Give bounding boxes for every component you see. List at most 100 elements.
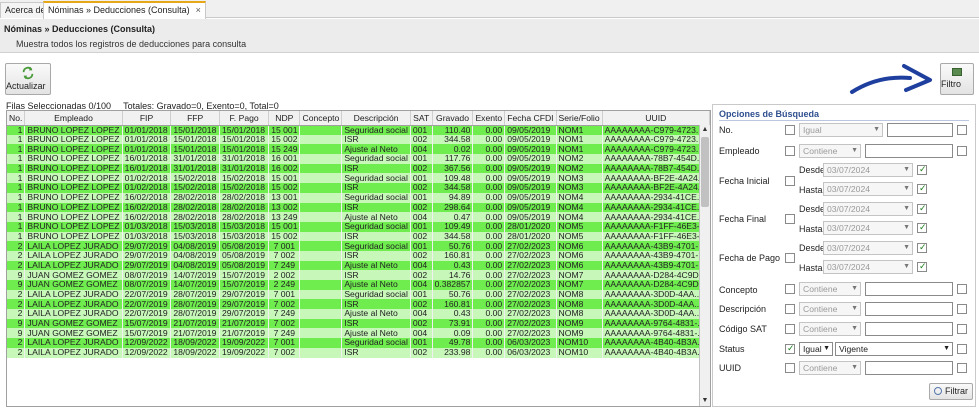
table-cell: 001 (410, 192, 433, 203)
fecha-inicial-desde-checkbox[interactable] (917, 164, 927, 175)
table-cell (299, 299, 343, 310)
column-header[interactable]: Gravado (432, 111, 474, 126)
concepto-operator-select[interactable]: Contiene ▼ (799, 282, 861, 296)
table-row[interactable]: 9 JUAN GOMEZ GOMEZ 08/07/2019 14/07/2019 15/… (7, 280, 710, 290)
table-row[interactable]: 1 BRUNO LOPEZ LOPEZ 01/03/2018 15/03/2018 15… (7, 231, 710, 242)
fecha-inicial-hasta-picker[interactable]: 03/07/2024 ▼ (823, 182, 913, 196)
table-row[interactable]: 2 LAILA LOPEZ JURADO 12/09/2022 18/09/2022 1… (7, 347, 710, 358)
fecha-final-hasta-checkbox[interactable] (917, 222, 927, 233)
descripcion-checkbox[interactable] (785, 304, 795, 314)
column-header[interactable]: Exento (472, 111, 506, 126)
filtrar-button[interactable]: Filtrar (929, 383, 973, 400)
uuid-operator-select[interactable]: Contiene ▼ (799, 361, 861, 375)
fecha-final-checkbox[interactable] (785, 214, 795, 224)
concepto-input[interactable] (865, 282, 953, 296)
descripcion-label: Descripción (719, 304, 767, 314)
column-header[interactable]: Concepto (299, 111, 343, 126)
table-cell: 001 (410, 241, 433, 251)
uuid-negate-checkbox[interactable] (957, 363, 967, 373)
empleado-negate-checkbox[interactable] (957, 146, 967, 156)
tab-deducciones-consulta[interactable]: Nóminas » Deducciones (Consulta) × (43, 1, 206, 19)
table-cell: 14/07/2019 (170, 270, 221, 280)
column-header[interactable]: Empleado (24, 111, 123, 126)
fecha-pago-checkbox[interactable] (785, 253, 795, 263)
column-header[interactable]: Serie/Folio (556, 111, 603, 126)
table-row[interactable]: 2 LAILA LOPEZ JURADO 12/09/2022 18/09/2022 1… (7, 338, 710, 348)
table-row[interactable]: 2 LAILA LOPEZ JURADO 22/07/2019 28/07/2019 2… (7, 309, 710, 319)
table-cell: 29/07/2019 (219, 299, 270, 310)
empleado-operator-select[interactable]: Contiene ▼ (799, 144, 861, 158)
table-row[interactable]: 2 LAILA LOPEZ JURADO 29/07/2019 04/08/2019 0… (7, 260, 710, 271)
fecha-final-desde-picker[interactable]: 03/07/2024 ▼ (823, 202, 913, 216)
no-input[interactable] (887, 123, 953, 137)
fecha-inicial-hasta-checkbox[interactable] (917, 183, 927, 194)
panel-splitter[interactable] (705, 110, 711, 407)
descripcion-negate-checkbox[interactable] (957, 304, 967, 314)
filter-toggle-button[interactable]: Filtro (940, 63, 974, 95)
uuid-checkbox[interactable] (785, 363, 795, 373)
fecha-inicial-desde-picker[interactable]: 03/07/2024 ▼ (823, 163, 913, 177)
table-row[interactable]: 1 BRUNO LOPEZ LOPEZ 01/02/2018 15/02/2018 15… (7, 173, 710, 184)
table-row[interactable]: 2 LAILA LOPEZ JURADO 29/07/2019 04/08/2019 0… (7, 241, 710, 251)
fecha-pago-hasta-picker[interactable]: 03/07/2024 ▼ (823, 260, 913, 274)
codigo-sat-operator-select[interactable]: Contiene ▼ (799, 322, 861, 336)
column-header[interactable]: Descripción (341, 111, 411, 126)
status-operator-select[interactable]: Igual ▼ (799, 342, 833, 356)
fecha-pago-desde-picker[interactable]: 03/07/2024 ▼ (823, 241, 913, 255)
fecha-pago-desde-checkbox[interactable] (917, 242, 927, 253)
fecha-final-hasta-picker[interactable]: 03/07/2024 ▼ (823, 221, 913, 235)
column-header[interactable]: F. Pago (219, 111, 270, 126)
fecha-final-desde-checkbox[interactable] (917, 203, 927, 214)
descripcion-operator-select[interactable]: Contiene ▼ (799, 302, 861, 316)
codigo-sat-checkbox[interactable] (785, 324, 795, 334)
table-cell: 15/07/2019 (122, 328, 172, 339)
fecha-inicial-checkbox[interactable] (785, 176, 795, 186)
column-header[interactable]: FIP (122, 111, 172, 126)
table-row[interactable]: 9 JUAN GOMEZ GOMEZ 15/07/2019 21/07/2019 21/… (7, 318, 710, 329)
concepto-checkbox[interactable] (785, 284, 795, 294)
column-header[interactable]: No. (7, 111, 26, 126)
fecha-pago-hasta-checkbox[interactable] (917, 261, 927, 272)
table-cell: 0.00 (472, 173, 506, 184)
table-row[interactable]: 1 BRUNO LOPEZ LOPEZ 16/01/2018 31/01/2018 31… (7, 154, 710, 164)
uuid-input[interactable] (865, 361, 953, 375)
codigo-sat-input[interactable] (865, 322, 953, 336)
empleado-checkbox[interactable] (785, 146, 795, 156)
empleado-input[interactable] (865, 144, 953, 158)
column-header[interactable]: NDP (268, 111, 301, 126)
table-row[interactable]: 1 BRUNO LOPEZ LOPEZ 01/01/2018 15/01/2018 15… (7, 134, 710, 145)
table-row[interactable]: 9 JUAN GOMEZ GOMEZ 15/07/2019 21/07/2019 21/… (7, 328, 710, 339)
table-row[interactable]: 2 LAILA LOPEZ JURADO 22/07/2019 28/07/2019 2… (7, 299, 710, 310)
table-cell: 0.02 (432, 144, 474, 155)
table-row[interactable]: 2 LAILA LOPEZ JURADO 29/07/2019 04/08/2019 0… (7, 250, 710, 261)
table-row[interactable]: 1 BRUNO LOPEZ LOPEZ 16/02/2018 28/02/2018 28… (7, 202, 710, 213)
table-cell: 29/07/2019 (122, 260, 172, 271)
no-operator-select[interactable]: Igual ▼ (799, 123, 883, 137)
column-header[interactable]: UUID (602, 111, 710, 126)
table-row[interactable]: 1 BRUNO LOPEZ LOPEZ 16/02/2018 28/02/2018 28… (7, 212, 710, 222)
table-cell: 0.00 (472, 163, 506, 174)
no-checkbox[interactable] (785, 125, 795, 135)
column-header[interactable]: SAT (410, 111, 433, 126)
deductions-grid[interactable]: No. Empleado FIP FFP F. Pago NDP Concepto Descr… (6, 110, 711, 407)
table-row[interactable]: 1 BRUNO LOPEZ LOPEZ 01/01/2018 15/01/2018 15… (7, 144, 710, 155)
status-checkbox[interactable] (785, 343, 795, 354)
status-value-select[interactable]: Vigente ▼ (835, 342, 953, 356)
table-cell: 16/02/2018 (122, 192, 172, 203)
no-negate-checkbox[interactable] (957, 125, 967, 135)
refresh-button[interactable]: Actualizar (5, 63, 51, 95)
status-negate-checkbox[interactable] (957, 344, 967, 354)
table-row[interactable]: 1 BRUNO LOPEZ LOPEZ 01/01/2018 15/01/2018 15… (7, 125, 710, 135)
table-row[interactable]: 1 BRUNO LOPEZ LOPEZ 01/02/2018 15/02/2018 15… (7, 183, 710, 193)
table-row[interactable]: 2 LAILA LOPEZ JURADO 22/07/2019 28/07/2019 2… (7, 289, 710, 300)
column-header[interactable]: Fecha CFDI (504, 111, 557, 126)
table-row[interactable]: 9 JUAN GOMEZ GOMEZ 08/07/2019 14/07/2019 15/… (7, 270, 710, 280)
table-row[interactable]: 1 BRUNO LOPEZ LOPEZ 01/03/2018 15/03/2018 15… (7, 221, 710, 232)
descripcion-input[interactable] (865, 302, 953, 316)
codigo-sat-negate-checkbox[interactable] (957, 324, 967, 334)
close-icon[interactable]: × (196, 5, 201, 15)
table-row[interactable]: 1 BRUNO LOPEZ LOPEZ 16/02/2018 28/02/2018 28… (7, 192, 710, 203)
column-header[interactable]: FFP (170, 111, 221, 126)
concepto-negate-checkbox[interactable] (957, 284, 967, 294)
table-row[interactable]: 1 BRUNO LOPEZ LOPEZ 16/01/2018 31/01/2018 31… (7, 163, 710, 174)
